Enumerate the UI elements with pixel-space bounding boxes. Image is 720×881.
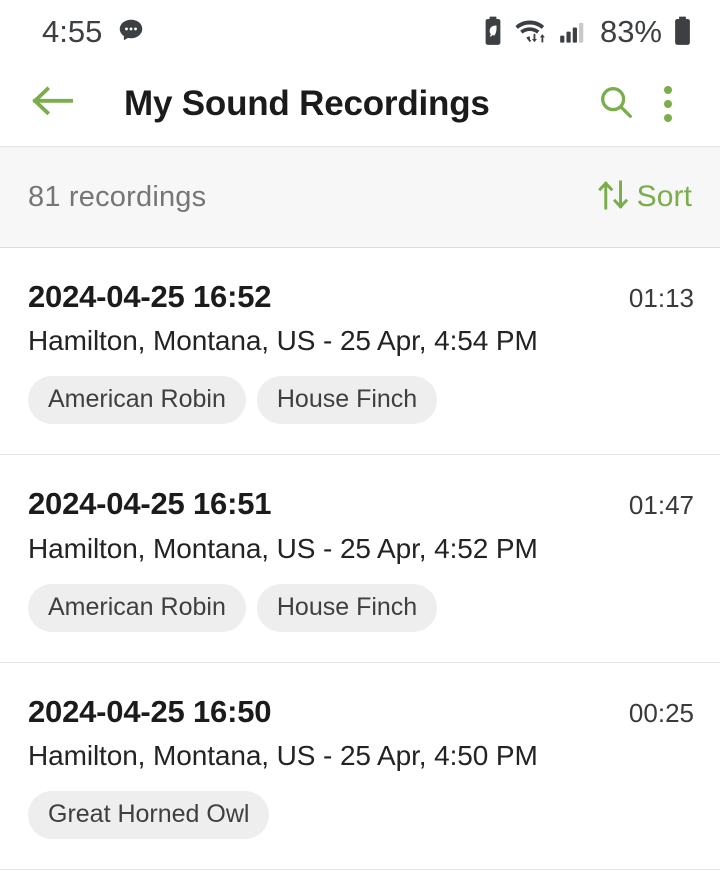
recording-title: 2024-04-25 16:52 (28, 279, 272, 314)
status-bar-right: 83% (483, 16, 692, 47)
back-arrow-icon (30, 83, 74, 126)
species-tag[interactable]: House Finch (256, 376, 438, 425)
species-tag-list: American Robin House Finch (28, 583, 694, 632)
species-tag[interactable]: American Robin (28, 583, 246, 632)
recording-row[interactable]: 2024-04-25 16:50 00:25 Hamilton, Montana… (0, 662, 720, 871)
sort-bar: 81 recordings Sort (0, 146, 720, 248)
wifi-icon (514, 16, 548, 46)
app-bar: My Sound Recordings (0, 62, 720, 146)
species-tag[interactable]: American Robin (28, 376, 246, 425)
recordings-list: 2024-04-25 16:52 01:13 Hamilton, Montana… (0, 248, 720, 871)
recording-row[interactable]: 2024-04-25 16:52 01:13 Hamilton, Montana… (0, 248, 720, 456)
recordings-count: 81 recordings (28, 180, 207, 213)
recording-title: 2024-04-25 16:51 (28, 486, 272, 522)
app-screen: 4:55 83% My Sound Recordings 81 recordin… (0, 0, 720, 881)
cellular-signal-icon (559, 17, 587, 45)
search-icon (597, 83, 635, 126)
recording-location: Hamilton, Montana, US - 25 Apr, 4:54 PM (28, 325, 538, 357)
species-tag-list: American Robin House Finch (28, 376, 694, 425)
page-title: My Sound Recordings (124, 84, 490, 123)
back-button[interactable] (28, 80, 76, 128)
recording-row[interactable]: 2024-04-25 16:51 01:47 Hamilton, Montana… (0, 455, 720, 663)
status-bar: 4:55 83% (0, 0, 720, 62)
sort-label: Sort (636, 180, 692, 213)
battery-icon (673, 16, 692, 46)
species-tag-list: Great Horned Owl (28, 791, 694, 840)
recording-title: 2024-04-25 16:50 (28, 693, 272, 729)
recording-row-header: 2024-04-25 16:51 01:47 (28, 487, 694, 521)
recording-location: Hamilton, Montana, US - 25 Apr, 4:50 PM (28, 739, 538, 771)
species-tag[interactable]: Great Horned Owl (28, 791, 270, 840)
status-time: 4:55 (42, 13, 103, 49)
sort-arrows-icon (595, 175, 635, 220)
recording-duration: 00:25 (628, 697, 694, 728)
status-bar-left: 4:55 (42, 16, 146, 47)
battery-saver-icon (483, 16, 503, 46)
species-tag[interactable]: House Finch (256, 583, 438, 632)
recording-duration: 01:47 (628, 490, 694, 521)
overflow-menu-icon (664, 86, 672, 122)
sort-button[interactable]: Sort (591, 169, 696, 226)
overflow-menu-button[interactable] (642, 78, 694, 130)
recording-row-header: 2024-04-25 16:50 00:25 (28, 693, 694, 729)
recording-location: Hamilton, Montana, US - 25 Apr, 4:52 PM (28, 532, 538, 564)
recording-row-header: 2024-04-25 16:52 01:13 (28, 280, 694, 314)
recording-duration: 01:13 (628, 283, 694, 313)
battery-percent: 83% (599, 13, 662, 49)
chat-bubble-icon (116, 16, 146, 46)
search-button[interactable] (590, 78, 642, 130)
